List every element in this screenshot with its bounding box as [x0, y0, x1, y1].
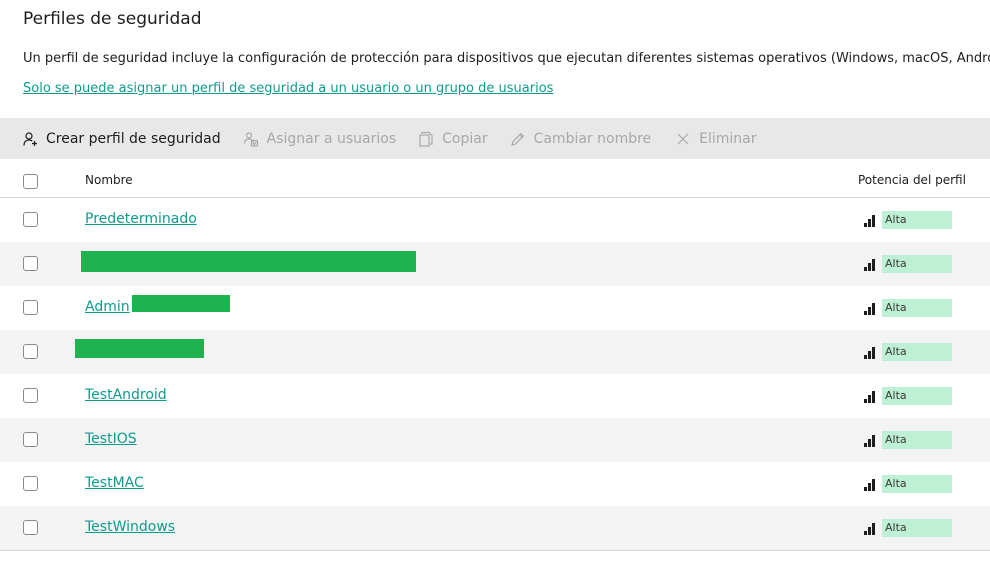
strength-indicator: Alta [864, 519, 952, 537]
signal-bars-icon [864, 433, 878, 447]
assign-users-label: Asignar a usuarios [266, 130, 397, 147]
table-row: TestWindows Alta [0, 506, 990, 551]
strength-badge: Alta [882, 387, 952, 405]
create-profile-button[interactable]: Crear perfil de seguridad [22, 118, 233, 159]
profile-name-link[interactable]: TestIOS [85, 431, 137, 447]
delete-button[interactable]: Eliminar [675, 118, 768, 159]
strength-indicator: Alta [864, 387, 952, 405]
column-header-name[interactable]: Nombre [85, 173, 133, 187]
profile-name-link[interactable]: Predeterminado [85, 211, 197, 227]
table-row: Alta [0, 330, 990, 374]
table-row: TestMAC Alta [0, 462, 990, 506]
copy-button[interactable]: Copiar [418, 118, 499, 159]
profile-name-link[interactable]: TestWindows [85, 519, 175, 535]
redacted-name [75, 339, 204, 358]
info-link[interactable]: Solo se puede asignar un perfil de segur… [23, 81, 553, 96]
table-row: Admin Alta [0, 286, 990, 330]
table-header: Nombre Potencia del perfil [0, 159, 990, 198]
profile-name-link[interactable]: Admin [85, 299, 130, 315]
copy-label: Copiar [442, 130, 488, 147]
profile-name-link[interactable]: TestAndroid [85, 387, 167, 403]
table-row: TestIOS Alta [0, 418, 990, 462]
redacted-name [132, 295, 230, 312]
assign-users-icon [243, 131, 259, 147]
row-checkbox[interactable] [23, 344, 38, 359]
profile-name-link[interactable]: TestMAC [85, 475, 144, 491]
strength-badge: Alta [882, 255, 952, 273]
signal-bars-icon [864, 477, 878, 491]
row-checkbox[interactable] [23, 520, 38, 535]
table-row: Alta [0, 242, 990, 286]
toolbar: Crear perfil de seguridad Asignar a usua… [0, 118, 990, 159]
table-row: Predeterminado Alta [0, 198, 990, 242]
strength-badge: Alta [882, 343, 952, 361]
copy-icon [418, 131, 434, 147]
page-title: Perfiles de seguridad [23, 9, 202, 29]
signal-bars-icon [864, 521, 878, 535]
signal-bars-icon [864, 257, 878, 271]
column-header-strength[interactable]: Potencia del perfil [858, 173, 966, 187]
strength-indicator: Alta [864, 475, 952, 493]
rename-button[interactable]: Cambiar nombre [510, 118, 664, 159]
strength-badge: Alta [882, 519, 952, 537]
signal-bars-icon [864, 301, 878, 315]
delete-label: Eliminar [699, 130, 757, 147]
assign-users-button[interactable]: Asignar a usuarios [243, 118, 408, 159]
pencil-icon [510, 131, 526, 147]
strength-indicator: Alta [864, 299, 952, 317]
row-checkbox[interactable] [23, 256, 38, 271]
signal-bars-icon [864, 213, 878, 227]
select-all-checkbox[interactable] [23, 174, 38, 189]
strength-badge: Alta [882, 211, 952, 229]
signal-bars-icon [864, 345, 878, 359]
rename-label: Cambiar nombre [533, 130, 652, 147]
profiles-table: Predeterminado Alta Alta Admin Alta Alta… [0, 198, 990, 551]
row-checkbox[interactable] [23, 212, 38, 227]
close-icon [675, 131, 691, 147]
row-checkbox[interactable] [23, 476, 38, 491]
page-description: Un perfil de seguridad incluye la config… [23, 51, 990, 66]
row-checkbox[interactable] [23, 432, 38, 447]
strength-indicator: Alta [864, 211, 952, 229]
row-checkbox[interactable] [23, 300, 38, 315]
signal-bars-icon [864, 389, 878, 403]
table-row: TestAndroid Alta [0, 374, 990, 418]
strength-badge: Alta [882, 299, 952, 317]
add-user-icon [22, 131, 38, 147]
strength-indicator: Alta [864, 255, 952, 273]
create-profile-label: Crear perfil de seguridad [46, 130, 221, 147]
redacted-name [81, 251, 416, 272]
strength-indicator: Alta [864, 431, 952, 449]
strength-badge: Alta [882, 475, 952, 493]
strength-badge: Alta [882, 431, 952, 449]
row-checkbox[interactable] [23, 388, 38, 403]
strength-indicator: Alta [864, 343, 952, 361]
